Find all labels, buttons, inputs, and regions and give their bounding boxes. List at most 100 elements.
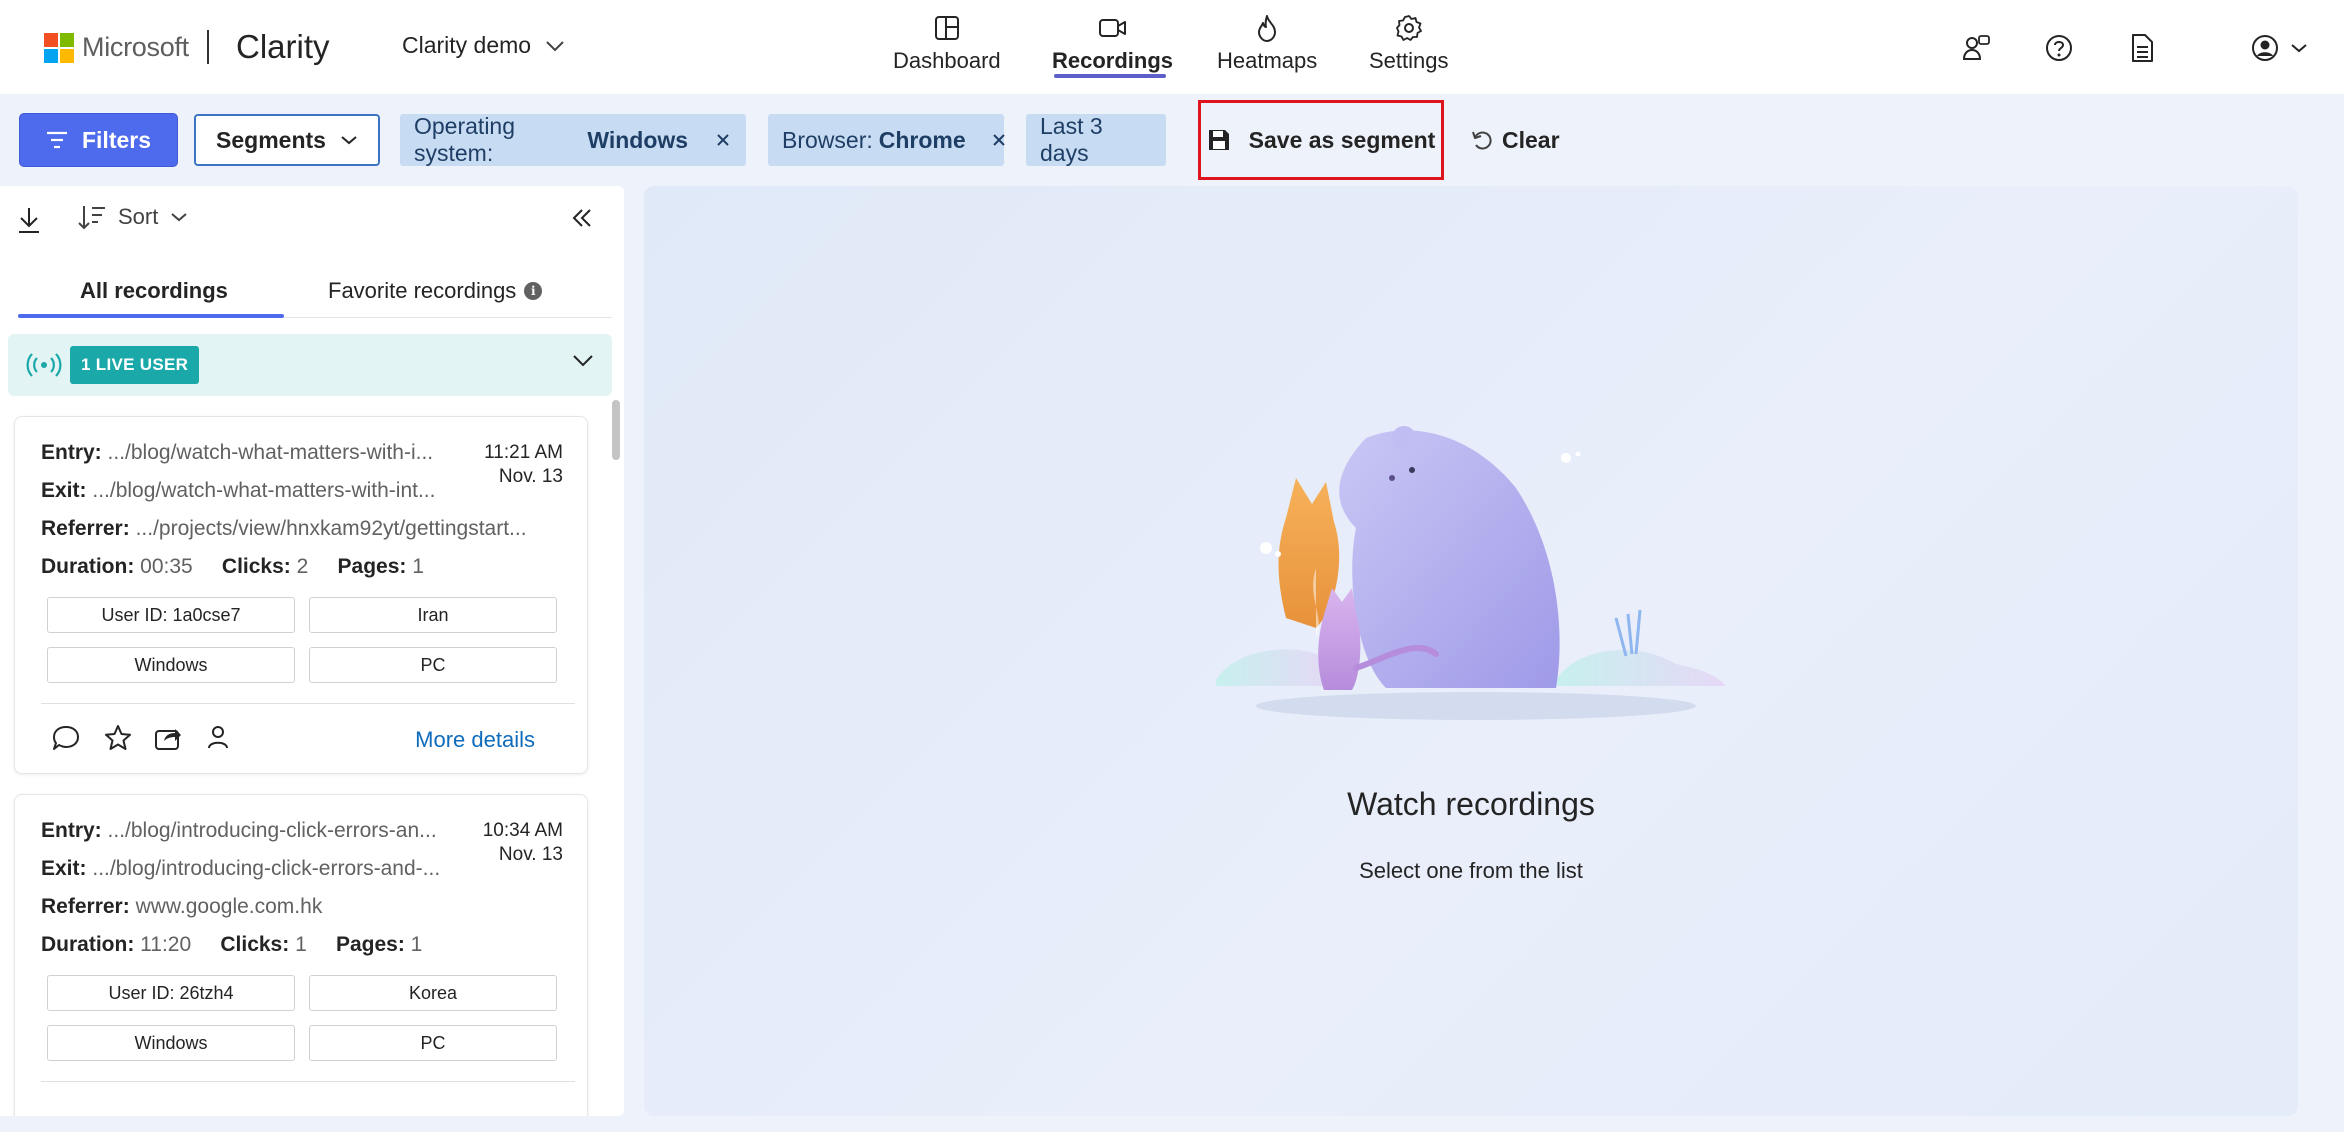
- chevron-down-icon: [2291, 44, 2307, 53]
- document-icon[interactable]: [2126, 32, 2158, 64]
- device-tag: PC: [309, 647, 557, 683]
- microsoft-wordmark: Microsoft: [82, 32, 189, 62]
- close-icon[interactable]: [992, 130, 1006, 150]
- nav-dashboard[interactable]: Dashboard: [893, 12, 1001, 74]
- stats-line: Duration: 11:20 Clicks: 1 Pages: 1: [41, 933, 571, 957]
- clicks-label: Clicks:: [221, 555, 291, 578]
- duration-value: 00:35: [140, 555, 193, 578]
- user-id-tag: User ID: 26tzh4: [47, 975, 295, 1011]
- microsoft-logo-icon: [44, 32, 74, 63]
- exit-label: Exit:: [41, 479, 87, 502]
- nav-heatmaps[interactable]: Heatmaps: [1217, 12, 1317, 74]
- chip-value: Windows: [587, 126, 689, 153]
- chip-value: Chrome: [878, 126, 966, 153]
- filter-chip-browser[interactable]: Browser: Chrome: [768, 114, 1006, 166]
- entry-label: Entry:: [41, 819, 102, 842]
- duration-label: Duration:: [41, 933, 135, 956]
- os-tag: Windows: [47, 1025, 295, 1061]
- save-as-segment-label: Save as segment: [1248, 126, 1436, 153]
- referrer-url: .../projects/view/hnxkam92yt/gettingstar…: [135, 517, 527, 540]
- tab-all-recordings[interactable]: All recordings: [80, 278, 228, 304]
- brand-divider: [207, 30, 209, 64]
- panel-toolbar: Sort: [0, 186, 624, 246]
- pages-value: 1: [412, 555, 424, 578]
- country-tag: Korea: [309, 975, 557, 1011]
- recordings-tabs: All recordings Favorite recordings i: [18, 268, 612, 318]
- share-icon[interactable]: [153, 723, 183, 753]
- recording-date: Nov. 13: [498, 844, 563, 865]
- nav-settings[interactable]: Settings: [1369, 12, 1449, 74]
- scrollbar-thumb[interactable]: [612, 400, 620, 460]
- recordings-panel: Sort All recordings Favorite recordings …: [0, 186, 624, 1116]
- clear-button[interactable]: Clear: [1470, 114, 1560, 166]
- live-user-badge: 1 LIVE USER: [70, 346, 200, 384]
- chevron-down-icon[interactable]: [572, 354, 594, 368]
- gear-icon: [1393, 12, 1425, 44]
- empty-state-title: Watch recordings: [1347, 786, 1595, 822]
- close-icon[interactable]: [714, 130, 732, 150]
- nav-label: Heatmaps: [1217, 48, 1318, 73]
- segments-dropdown[interactable]: Segments: [194, 114, 380, 166]
- sort-dropdown[interactable]: Sort: [78, 204, 188, 230]
- save-icon: [1208, 130, 1229, 150]
- filters-label: Filters: [81, 126, 152, 153]
- referrer-label: Referrer:: [41, 517, 130, 540]
- sort-label: Sort: [118, 204, 159, 229]
- active-tab-indicator: [1054, 74, 1166, 78]
- nav-recordings[interactable]: Recordings: [1052, 12, 1173, 74]
- referrer-line: Referrer: www.google.com.hk: [41, 895, 571, 919]
- segments-label: Segments: [216, 126, 326, 153]
- chip-key: Operating system:: [414, 113, 516, 166]
- nav-label: Dashboard: [893, 48, 1001, 73]
- comment-icon[interactable]: [51, 723, 81, 753]
- clicks-value: 1: [295, 933, 307, 956]
- entry-line: Entry: .../blog/introducing-click-errors…: [41, 819, 481, 843]
- user-icon[interactable]: [205, 723, 235, 753]
- tab-favorite-recordings[interactable]: Favorite recordings i: [328, 278, 543, 304]
- device-tag: PC: [309, 1025, 557, 1061]
- card-divider: [41, 703, 575, 704]
- pages-label: Pages:: [335, 933, 405, 956]
- live-users-bar[interactable]: 1 LIVE USER: [8, 334, 612, 396]
- collapse-panel-icon[interactable]: [570, 206, 602, 238]
- download-icon[interactable]: [16, 206, 48, 238]
- pages-value: 1: [410, 933, 423, 956]
- filters-button[interactable]: Filters: [20, 114, 177, 166]
- tab-label: Favorite recordings: [328, 278, 517, 303]
- recording-card[interactable]: Entry: .../blog/introducing-click-errors…: [14, 794, 588, 1116]
- referrer-label: Referrer:: [41, 895, 130, 918]
- entry-url: .../blog/introducing-click-errors-an...: [107, 819, 437, 842]
- recording-card[interactable]: Entry: .../blog/watch-what-matters-with-…: [14, 416, 588, 774]
- filter-chip-os[interactable]: Operating system: Windows: [400, 113, 746, 166]
- save-as-segment-button[interactable]: Save as segment: [1198, 100, 1444, 180]
- animals-illustration: [1216, 426, 1726, 720]
- app-name[interactable]: Clarity: [236, 28, 330, 66]
- nav-label: Settings: [1369, 48, 1449, 73]
- duration-label: Duration:: [41, 555, 135, 578]
- stats-line: Duration: 00:35 Clicks: 2 Pages: 1: [41, 555, 571, 579]
- info-icon[interactable]: i: [524, 282, 543, 300]
- project-selector[interactable]: Clarity demo: [402, 32, 565, 59]
- star-icon[interactable]: [103, 723, 133, 753]
- duration-value: 11:20: [140, 933, 192, 956]
- exit-label: Exit:: [41, 857, 87, 880]
- top-header: Microsoft Clarity Clarity demo Dashboard…: [0, 0, 2344, 94]
- filter-bar: Filters Segments Operating system: Windo…: [0, 94, 2344, 186]
- flame-icon: [1251, 12, 1283, 44]
- chevron-down-icon: [171, 213, 188, 222]
- entry-line: Entry: .../blog/watch-what-matters-with-…: [41, 441, 481, 465]
- broadcast-icon: [26, 353, 62, 377]
- filter-chip-date-range[interactable]: Last 3 days: [1026, 113, 1166, 166]
- undo-icon: [1472, 131, 1492, 150]
- chip-key: Browser:: [782, 126, 873, 153]
- help-icon[interactable]: [2043, 32, 2075, 64]
- recording-time: 10:34 AM: [482, 820, 563, 841]
- more-details-link[interactable]: More details: [415, 727, 535, 753]
- exit-url: .../blog/introducing-click-errors-and-..…: [92, 857, 441, 880]
- account-menu[interactable]: [2250, 32, 2314, 64]
- people-feedback-icon[interactable]: [1960, 32, 1992, 64]
- os-tag: Windows: [47, 647, 295, 683]
- exit-line: Exit: .../blog/introducing-click-errors-…: [41, 857, 481, 881]
- tab-label: All recordings: [80, 278, 228, 303]
- microsoft-logo[interactable]: Microsoft: [44, 32, 189, 63]
